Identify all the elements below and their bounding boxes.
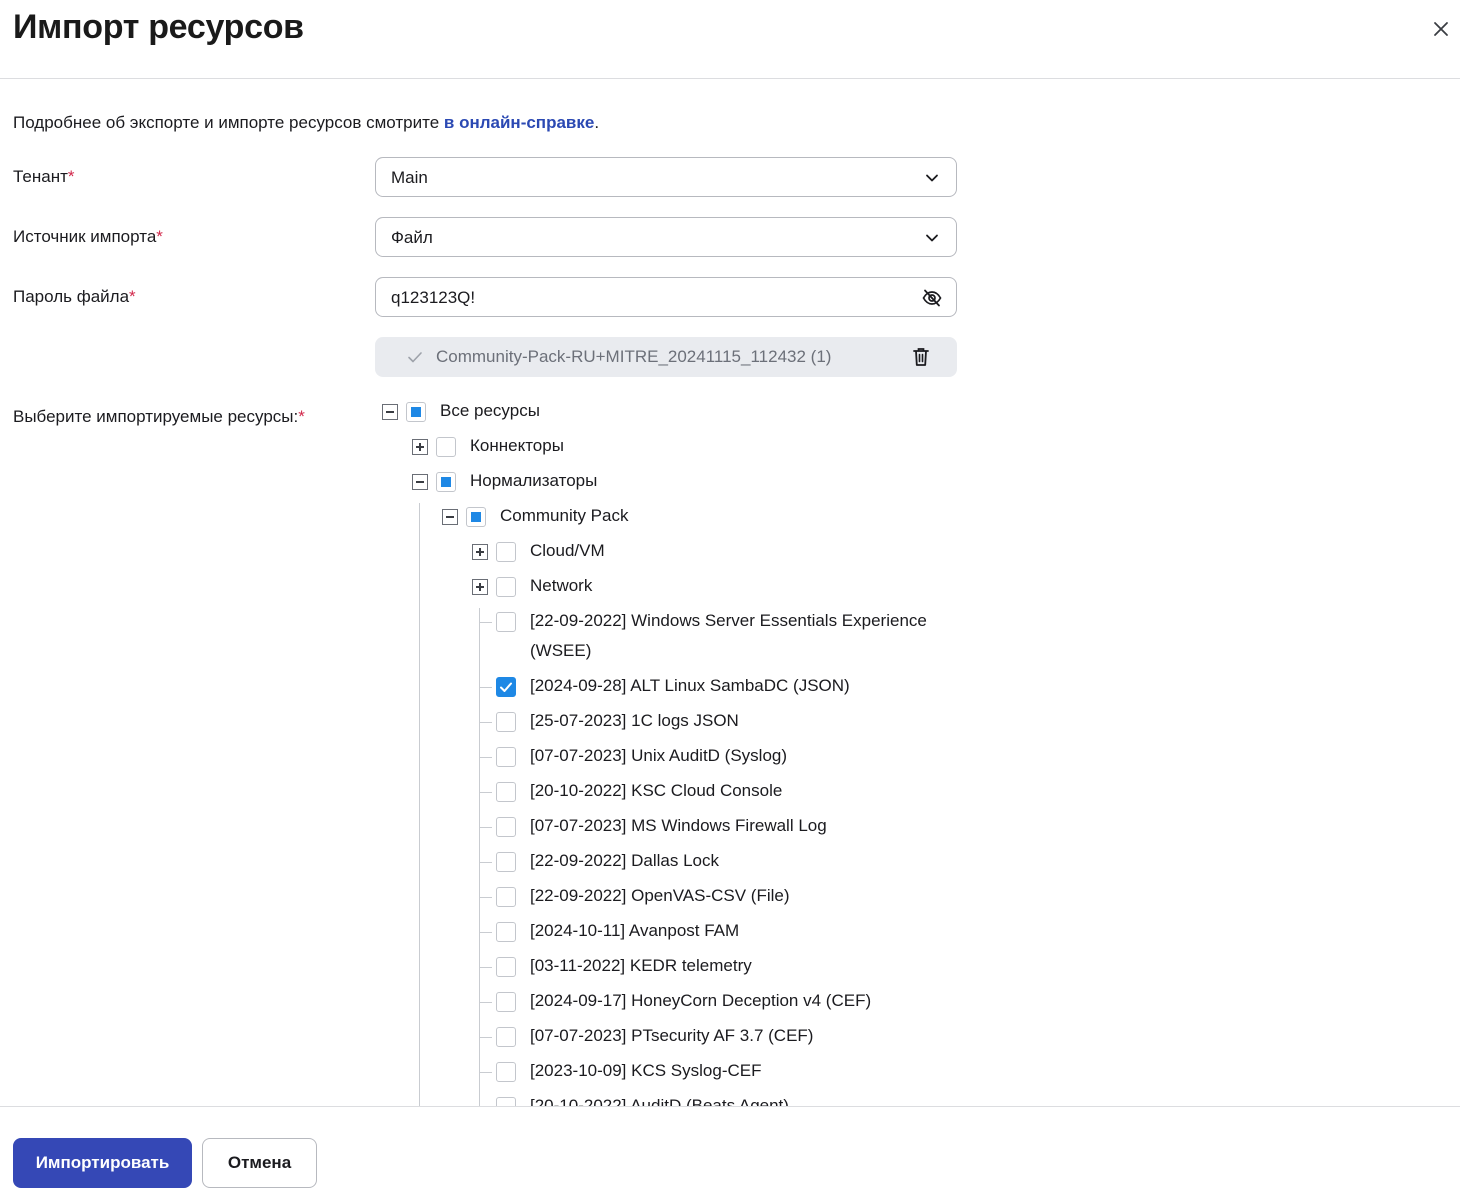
tree-node-label: [22-09-2022] Windows Server Essentials E… [530,611,927,660]
tree-leaf-item: [20-10-2022] AuditD (Beats Agent) [472,1095,952,1106]
tree-guide [419,503,420,1106]
tree-checkbox[interactable] [496,992,516,1012]
tree-leaf-item: [2024-09-17] HoneyCorn Deception v4 (CEF… [472,990,952,1014]
tree-checkbox[interactable] [496,577,516,597]
expand-toggle[interactable] [412,439,428,455]
collapse-toggle[interactable] [382,404,398,420]
tree-checkbox[interactable] [406,402,426,422]
tree-node-label: Cloud/VM [530,541,605,560]
tree-checkbox[interactable] [496,852,516,872]
tree-checkbox[interactable] [496,712,516,732]
expand-toggle[interactable] [472,579,488,595]
dialog-footer: Импортировать Отмена [0,1106,1460,1197]
tree-checkbox[interactable] [496,817,516,837]
tree-leaf-item: [03-11-2022] KEDR telemetry [472,955,952,979]
tree-node-label: [20-10-2022] AuditD (Beats Agent) [530,1096,789,1106]
tree-leaf-item: [2024-09-28] ALT Linux SambaDC (JSON) [472,675,952,699]
tree-node-label: [2024-09-17] HoneyCorn Deception v4 (CEF… [530,991,872,1010]
tree-node-label: [22-09-2022] Dallas Lock [530,851,720,870]
cancel-button[interactable]: Отмена [202,1138,317,1188]
tree-node-label: [2024-09-28] ALT Linux SambaDC (JSON) [530,676,850,695]
tree-checkbox[interactable] [436,472,456,492]
tree-node-label: Community Pack [500,506,629,525]
tree-leaf-item: [22-09-2022] Windows Server Essentials E… [472,610,952,670]
close-icon[interactable] [1428,16,1454,42]
tree-leaf-item: [25-07-2023] 1C logs JSON [472,710,952,734]
tree-node-label: [07-07-2023] MS Windows Firewall Log [530,816,827,835]
tree-leaf-item: [07-07-2023] Unix AuditD (Syslog) [472,745,952,769]
tree-node-network: Network [472,575,972,599]
tree-checkbox[interactable] [496,887,516,907]
dialog-header: Импорт ресурсов [0,0,1460,79]
tree-node-label: Все ресурсы [440,401,540,420]
tree-node-label: [25-07-2023] 1C logs JSON [530,711,739,730]
tree-leaf-item: [22-09-2022] Dallas Lock [472,850,952,874]
expand-toggle[interactable] [472,544,488,560]
tree-checkbox[interactable] [496,1097,516,1106]
collapse-toggle[interactable] [442,509,458,525]
tree-node-label: [07-07-2023] Unix AuditD (Syslog) [530,746,788,765]
tree-node-label: Коннекторы [470,436,564,455]
tree-node-label: [07-07-2023] PTsecurity AF 3.7 (CEF) [530,1026,814,1045]
tree-node-label: [2023-10-09] KCS Syslog-CEF [530,1061,762,1080]
tree-node-label: Network [530,576,593,595]
tree-checkbox[interactable] [496,957,516,977]
collapse-toggle[interactable] [412,474,428,490]
tree-node-all: Все ресурсы [382,400,882,424]
tree-node-label: [22-09-2022] OpenVAS-CSV (File) [530,886,790,905]
tree-node-label: [20-10-2022] KSC Cloud Console [530,781,783,800]
tree-leaf-item: [2024-10-11] Avanpost FAM [472,920,952,944]
import-button[interactable]: Импортировать [13,1138,192,1188]
tree-checkbox[interactable] [496,677,516,697]
tree-node-connectors: Коннекторы [412,435,912,459]
tree-checkbox[interactable] [496,612,516,632]
tree-node-label: Нормализаторы [470,471,598,490]
tree-checkbox[interactable] [496,782,516,802]
tree-node-label: [2024-10-11] Avanpost FAM [530,921,740,940]
tree-checkbox[interactable] [436,437,456,457]
tree-checkbox[interactable] [496,747,516,767]
tree-leaf-item: [07-07-2023] MS Windows Firewall Log [472,815,952,839]
tree-leaf-item: [07-07-2023] PTsecurity AF 3.7 (CEF) [472,1025,952,1049]
tree-checkbox[interactable] [496,922,516,942]
tree-checkbox[interactable] [466,507,486,527]
dialog-title: Импорт ресурсов [13,8,304,46]
tree-checkbox[interactable] [496,542,516,562]
tree-node-community-pack: Community Pack [442,505,942,529]
dialog-body: Подробнее об экспорте и импорте ресурсов… [0,80,1460,1106]
tree-node-label: [03-11-2022] KEDR telemetry [530,956,752,975]
tree-node-normalizers: Нормализаторы [412,470,912,494]
tree-node-cloud-vm: Cloud/VM [472,540,972,564]
tree-leaf-item: [20-10-2022] KSC Cloud Console [472,780,952,804]
tree-checkbox[interactable] [496,1027,516,1047]
tree-leaf-item: [22-09-2022] OpenVAS-CSV (File) [472,885,952,909]
tree-leaf-item: [2023-10-09] KCS Syslog-CEF [472,1060,952,1084]
resource-tree: Все ресурсы Коннекторы Нормализаторы Com… [0,80,1460,1106]
tree-checkbox[interactable] [496,1062,516,1082]
